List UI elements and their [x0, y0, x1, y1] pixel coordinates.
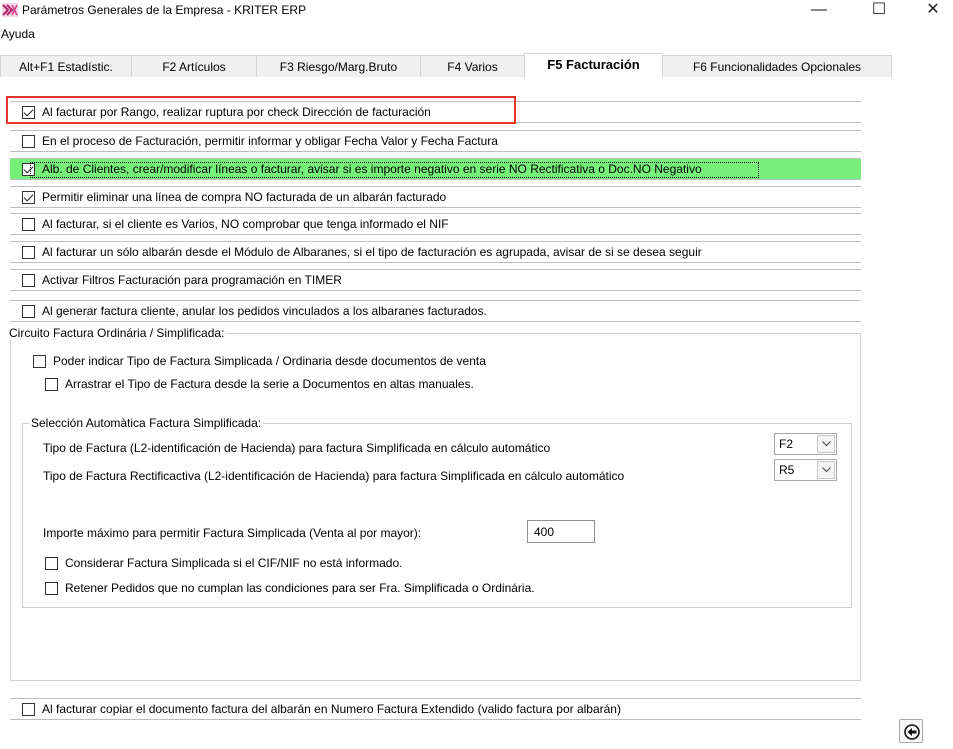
option-label: Al facturar un sólo albarán desde el Mód… [42, 245, 702, 259]
menu-bar: Ayuda [0, 27, 35, 47]
tab-funcionalidades[interactable]: F6 Funcionalidades Opcionales [662, 55, 892, 77]
circuito-legend: Circuito Factura Ordinária / Simplificad… [7, 326, 227, 340]
title-bar: Parámetros Generales de la Empresa - KRI… [0, 0, 953, 22]
tipo-factura-value: F2 [779, 437, 794, 451]
retener-label: Retener Pedidos que no cumplan las condi… [65, 581, 535, 595]
importe-input[interactable]: 400 [527, 520, 595, 543]
option-row-numero-extendido[interactable]: Al facturar copiar el documento factura … [10, 698, 861, 720]
option-row-albaran-agrupada[interactable]: Al facturar un sólo albarán desde el Mód… [10, 241, 861, 263]
seleccion-legend: Selección Automàtica Factura Simplificad… [29, 416, 264, 430]
anular-pedidos-checkbox[interactable] [22, 305, 35, 318]
considerar-label: Considerar Factura Simplicada si el CIF/… [65, 556, 403, 570]
poder-indicar-label: Poder indicar Tipo de Factura Simplicada… [53, 354, 486, 368]
tab-articulos[interactable]: F2 Artículos [131, 55, 257, 77]
tipo-rect-label: Tipo de Factura Rectificactiva (L2-ident… [43, 469, 625, 483]
option-label: Al generar factura cliente, anular los p… [42, 304, 487, 318]
tipo-rect-value: R5 [779, 463, 795, 477]
option-row-nif-varios[interactable]: Al facturar, si el cliente es Varios, NO… [10, 213, 861, 235]
numero-extendido-checkbox[interactable] [22, 703, 35, 716]
fecha-valor-checkbox[interactable] [22, 135, 35, 148]
tipo-factura-select[interactable]: F2 [774, 433, 837, 455]
option-row-eliminar-linea[interactable]: Permitir eliminar una línea de compra NO… [10, 186, 861, 208]
option-label: Activar Filtros Facturación para program… [42, 273, 342, 287]
maximize-button[interactable]: ☐ [857, 0, 901, 22]
option-label: Permitir eliminar una línea de compra NO… [42, 190, 447, 204]
annotation-highlight [6, 96, 516, 124]
option-row-anular-pedidos[interactable]: Al generar factura cliente, anular los p… [10, 300, 861, 322]
tab-strip: Alt+F1 Estadístic. F2 Artículos F3 Riesg… [0, 53, 892, 78]
minimize-button[interactable]: — [797, 0, 841, 22]
window-title: Parámetros Generales de la Empresa - KRI… [22, 3, 307, 17]
tab-facturacion[interactable]: F5 Facturación [524, 53, 663, 78]
option-row-fecha-valor[interactable]: En el proceso de Facturación, permitir i… [10, 130, 861, 152]
tipo-rect-select[interactable]: R5 [774, 459, 837, 481]
option-row-filtros-timer[interactable]: Activar Filtros Facturación para program… [10, 269, 861, 291]
arrastrar-checkbox[interactable] [45, 378, 58, 391]
option-label: Al facturar copiar el documento factura … [42, 702, 621, 716]
arrastrar-label: Arrastrar el Tipo de Factura desde la se… [65, 377, 474, 391]
tipo-factura-label: Tipo de Factura (L2-identificación de Ha… [43, 441, 551, 455]
considerar-checkbox[interactable] [45, 557, 58, 570]
chevron-down-icon[interactable] [817, 435, 835, 453]
option-label: En el proceso de Facturación, permitir i… [42, 134, 498, 148]
tab-varios[interactable]: F4 Varios [420, 55, 525, 77]
eliminar-linea-checkbox[interactable] [22, 191, 35, 204]
menu-ayuda[interactable]: Ayuda [0, 27, 35, 41]
filtros-timer-checkbox[interactable] [22, 274, 35, 287]
close-button[interactable]: ✕ [911, 0, 953, 22]
albaran-agrupada-checkbox[interactable] [22, 246, 35, 259]
kriter-app-icon [2, 3, 18, 17]
focus-rectangle [30, 162, 759, 178]
tab-riesgo[interactable]: F3 Riesgo/Marg.Bruto [256, 55, 421, 77]
arrow-left-circle-icon [904, 724, 920, 740]
poder-indicar-checkbox[interactable] [33, 355, 46, 368]
option-label: Al facturar, si el cliente es Varios, NO… [42, 217, 449, 231]
importe-label: Importe máximo para permitir Factura Sim… [43, 526, 422, 540]
back-button[interactable] [899, 719, 923, 743]
retener-checkbox[interactable] [45, 582, 58, 595]
chevron-down-icon[interactable] [817, 461, 835, 479]
nif-varios-checkbox[interactable] [22, 218, 35, 231]
tab-estadisticas[interactable]: Alt+F1 Estadístic. [0, 55, 132, 77]
importe-value: 400 [534, 525, 555, 539]
